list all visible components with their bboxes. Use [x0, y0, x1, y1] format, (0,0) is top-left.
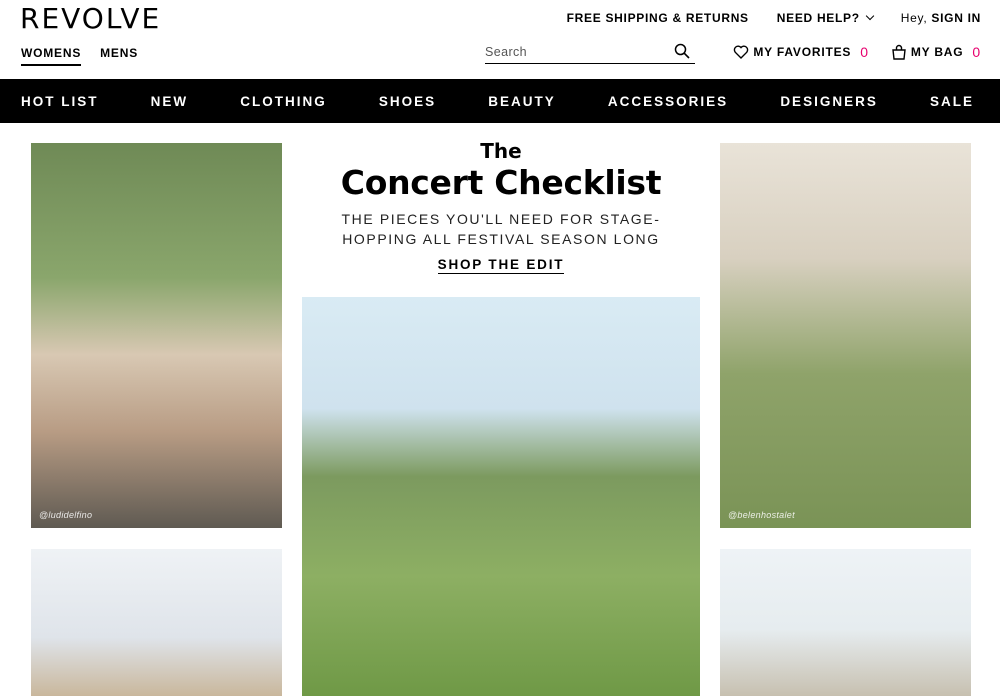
festival-photo-center[interactable]	[302, 297, 700, 696]
bag-count: 0	[972, 44, 981, 60]
my-favorites-link[interactable]: MY FAVORITES 0	[733, 44, 868, 60]
festival-photo-left-bottom[interactable]	[31, 549, 282, 696]
nav-sale[interactable]: SALE	[930, 94, 974, 109]
favorites-label: MY FAVORITES	[753, 45, 852, 59]
editorial-subtitle-line1: THE PIECES YOU'LL NEED FOR STAGE-	[341, 211, 661, 227]
bag-icon	[892, 44, 906, 60]
shop-the-edit-link[interactable]: SHOP THE EDIT	[437, 257, 565, 274]
main-category-nav: HOT LIST NEW CLOTHING SHOES BEAUTY ACCES…	[0, 79, 1000, 123]
need-help-dropdown[interactable]: NEED HELP?	[776, 11, 875, 25]
sign-in-link[interactable]: SIGN IN	[931, 11, 981, 25]
chevron-down-icon	[865, 11, 875, 21]
photo-credit: @ludidelfino	[39, 510, 93, 520]
tab-womens[interactable]: WOMENS	[21, 46, 82, 66]
nav-new[interactable]: NEW	[151, 94, 189, 109]
gender-nav: WOMENS MENS	[21, 46, 138, 66]
free-shipping-link[interactable]: FREE SHIPPING & RETURNS	[567, 11, 749, 25]
editorial-kicker: The	[480, 139, 522, 163]
search-icon[interactable]	[674, 43, 690, 59]
nav-beauty[interactable]: BEAUTY	[488, 94, 556, 109]
nav-hot-list[interactable]: HOT LIST	[21, 94, 99, 109]
revolve-logo[interactable]: REVOLVE	[20, 2, 161, 35]
festival-photo-right-bottom[interactable]	[720, 549, 971, 696]
account-greeting[interactable]: Hey, SIGN IN	[901, 11, 981, 25]
editorial-block: The Concert Checklist THE PIECES YOU'LL …	[302, 138, 700, 274]
search-input[interactable]	[485, 45, 665, 59]
bag-label: MY BAG	[910, 45, 964, 59]
nav-accessories[interactable]: ACCESSORIES	[608, 94, 728, 109]
search-bar	[485, 41, 695, 64]
editorial-title: Concert Checklist	[340, 163, 662, 202]
nav-clothing[interactable]: CLOTHING	[240, 94, 327, 109]
festival-photo-right-top[interactable]: @belenhostalet	[720, 143, 971, 528]
need-help-label: NEED HELP?	[776, 11, 860, 25]
heart-icon	[734, 45, 749, 59]
editorial-subtitle-line2: HOPPING ALL FESTIVAL SEASON LONG	[342, 231, 660, 247]
favorites-count: 0	[860, 44, 869, 60]
my-bag-link[interactable]: MY BAG 0	[891, 44, 981, 60]
festival-photo-left-top[interactable]: @ludidelfino	[31, 143, 282, 528]
nav-designers[interactable]: DESIGNERS	[780, 94, 878, 109]
tab-mens[interactable]: MENS	[100, 46, 138, 66]
nav-shoes[interactable]: SHOES	[379, 94, 436, 109]
utility-nav: FREE SHIPPING & RETURNS NEED HELP? Hey, …	[567, 11, 981, 25]
account-links: MY FAVORITES 0 MY BAG 0	[733, 44, 981, 60]
greeting-text: Hey,	[900, 11, 928, 25]
photo-credit: @belenhostalet	[728, 510, 795, 520]
